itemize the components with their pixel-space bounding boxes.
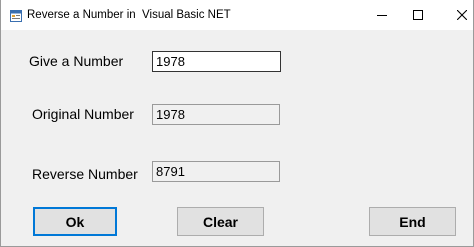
original-number-field[interactable]: 1978 [152,104,280,125]
end-button[interactable]: End [369,207,456,236]
give-number-input[interactable] [152,51,281,72]
maximize-icon [413,10,423,20]
window-title: Reverse a Number in Visual Basic NET [27,9,231,21]
reverse-number-label: Reverse Number [32,166,138,182]
title-bar[interactable]: Reverse a Number in Visual Basic NET [1,0,473,30]
original-number-label: Original Number [32,106,134,122]
app-window: Reverse a Number in Visual Basic NET Giv… [0,0,474,247]
give-number-label: Give a Number [29,53,124,69]
reverse-number-field[interactable]: 8791 [152,161,280,182]
minimize-icon [377,15,387,16]
maximize-button[interactable] [395,0,441,30]
close-icon [457,10,467,20]
form-icon [10,9,22,22]
ok-button[interactable]: Ok [33,207,117,236]
clear-button[interactable]: Clear [177,207,264,236]
close-button[interactable] [439,0,474,30]
